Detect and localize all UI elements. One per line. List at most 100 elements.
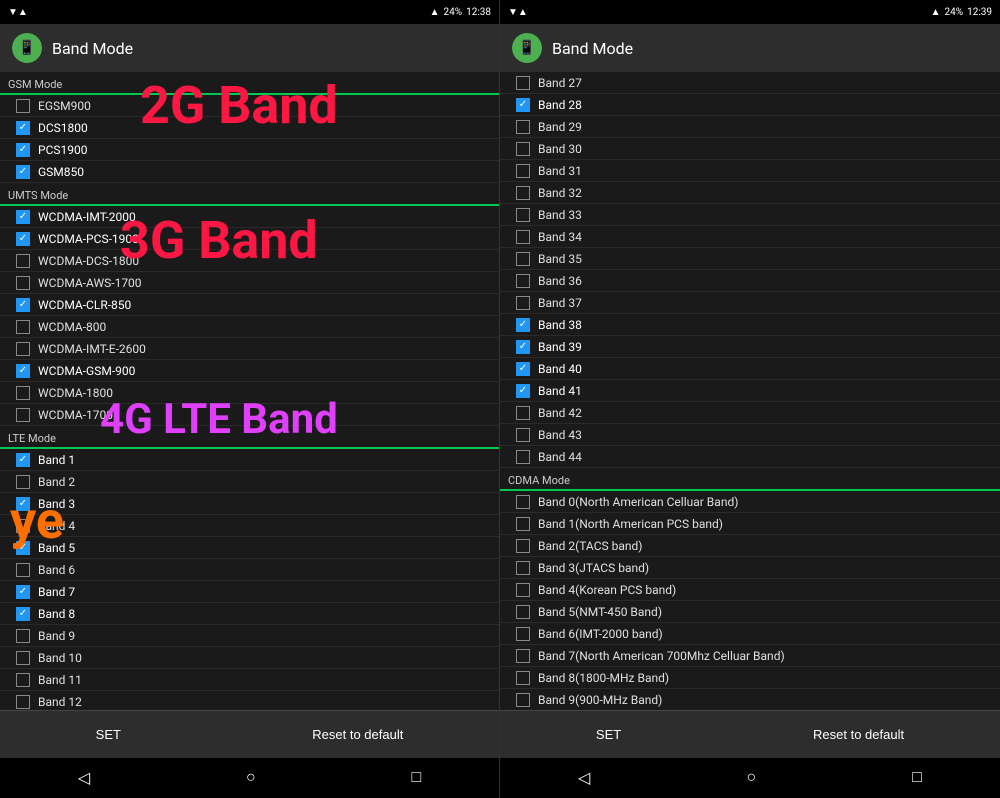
list-item[interactable]: Band 29 xyxy=(500,116,1000,138)
checkbox[interactable] xyxy=(516,296,530,310)
right-content[interactable]: Band 27Band 28Band 29Band 30Band 31Band … xyxy=(500,72,1000,710)
home-button[interactable]: ○ xyxy=(226,765,276,791)
checkbox[interactable] xyxy=(516,450,530,464)
back-button[interactable]: ◁ xyxy=(58,764,110,792)
list-item[interactable]: Band 5 xyxy=(0,537,499,559)
list-item[interactable]: Band 9 xyxy=(0,625,499,647)
checkbox[interactable] xyxy=(516,76,530,90)
checkbox[interactable] xyxy=(16,563,30,577)
checkbox[interactable] xyxy=(516,495,530,509)
list-item[interactable]: Band 4 xyxy=(0,515,499,537)
list-item[interactable]: Band 30 xyxy=(500,138,1000,160)
checkbox[interactable] xyxy=(16,99,30,113)
list-item[interactable]: Band 0(North American Celluar Band) xyxy=(500,491,1000,513)
list-item[interactable]: Band 36 xyxy=(500,270,1000,292)
list-item[interactable]: Band 1(North American PCS band) xyxy=(500,513,1000,535)
list-item[interactable]: Band 38 xyxy=(500,314,1000,336)
right-home-button[interactable]: ○ xyxy=(726,765,776,791)
checkbox[interactable] xyxy=(516,274,530,288)
checkbox[interactable] xyxy=(16,254,30,268)
checkbox[interactable] xyxy=(516,384,530,398)
list-item[interactable]: Band 10 xyxy=(0,647,499,669)
checkbox[interactable] xyxy=(16,519,30,533)
list-item[interactable]: Band 43 xyxy=(500,424,1000,446)
checkbox[interactable] xyxy=(16,386,30,400)
list-item[interactable]: Band 5(NMT-450 Band) xyxy=(500,601,1000,623)
right-set-button[interactable]: SET xyxy=(576,719,641,750)
checkbox[interactable] xyxy=(16,320,30,334)
list-item[interactable]: Band 7 xyxy=(0,581,499,603)
list-item[interactable]: GSM850 xyxy=(0,161,499,183)
checkbox[interactable] xyxy=(16,364,30,378)
checkbox[interactable] xyxy=(516,186,530,200)
list-item[interactable]: Band 44 xyxy=(500,446,1000,468)
list-item[interactable]: Band 3(JTACS band) xyxy=(500,557,1000,579)
reset-button[interactable]: Reset to default xyxy=(292,719,423,750)
list-item[interactable]: WCDMA-CLR-850 xyxy=(0,294,499,316)
checkbox[interactable] xyxy=(16,541,30,555)
checkbox[interactable] xyxy=(16,342,30,356)
checkbox[interactable] xyxy=(16,673,30,687)
list-item[interactable]: Band 42 xyxy=(500,402,1000,424)
list-item[interactable]: Band 3 xyxy=(0,493,499,515)
list-item[interactable]: Band 12 xyxy=(0,691,499,710)
checkbox[interactable] xyxy=(16,475,30,489)
list-item[interactable]: Band 6 xyxy=(0,559,499,581)
list-item[interactable]: Band 27 xyxy=(500,72,1000,94)
checkbox[interactable] xyxy=(516,671,530,685)
list-item[interactable]: PCS1900 xyxy=(0,139,499,161)
checkbox[interactable] xyxy=(16,695,30,709)
checkbox[interactable] xyxy=(516,561,530,575)
checkbox[interactable] xyxy=(16,298,30,312)
checkbox[interactable] xyxy=(16,651,30,665)
checkbox[interactable] xyxy=(516,362,530,376)
list-item[interactable]: Band 8 xyxy=(0,603,499,625)
list-item[interactable]: WCDMA-IMT-E-2600 xyxy=(0,338,499,360)
checkbox[interactable] xyxy=(516,164,530,178)
checkbox[interactable] xyxy=(16,232,30,246)
checkbox[interactable] xyxy=(16,143,30,157)
list-item[interactable]: Band 40 xyxy=(500,358,1000,380)
left-content[interactable]: GSM ModeEGSM900DCS1800PCS1900GSM850UMTS … xyxy=(0,72,499,710)
list-item[interactable]: WCDMA-AWS-1700 xyxy=(0,272,499,294)
checkbox[interactable] xyxy=(516,539,530,553)
checkbox[interactable] xyxy=(516,406,530,420)
list-item[interactable]: Band 2 xyxy=(0,471,499,493)
checkbox[interactable] xyxy=(516,98,530,112)
checkbox[interactable] xyxy=(516,120,530,134)
right-reset-button[interactable]: Reset to default xyxy=(793,719,924,750)
right-back-button[interactable]: ◁ xyxy=(558,764,610,792)
list-item[interactable]: WCDMA-1700 xyxy=(0,404,499,426)
list-item[interactable]: EGSM900 xyxy=(0,95,499,117)
checkbox[interactable] xyxy=(16,629,30,643)
list-item[interactable]: Band 35 xyxy=(500,248,1000,270)
list-item[interactable]: Band 32 xyxy=(500,182,1000,204)
checkbox[interactable] xyxy=(16,453,30,467)
list-item[interactable]: WCDMA-PCS-1900 xyxy=(0,228,499,250)
list-item[interactable]: Band 39 xyxy=(500,336,1000,358)
list-item[interactable]: Band 7(North American 700Mhz Celluar Ban… xyxy=(500,645,1000,667)
list-item[interactable]: Band 6(IMT-2000 band) xyxy=(500,623,1000,645)
checkbox[interactable] xyxy=(16,408,30,422)
set-button[interactable]: SET xyxy=(76,719,141,750)
checkbox[interactable] xyxy=(516,605,530,619)
list-item[interactable]: Band 4(Korean PCS band) xyxy=(500,579,1000,601)
checkbox[interactable] xyxy=(516,428,530,442)
checkbox[interactable] xyxy=(16,276,30,290)
checkbox[interactable] xyxy=(516,208,530,222)
list-item[interactable]: WCDMA-IMT-2000 xyxy=(0,206,499,228)
checkbox[interactable] xyxy=(16,585,30,599)
checkbox[interactable] xyxy=(16,210,30,224)
list-item[interactable]: Band 31 xyxy=(500,160,1000,182)
checkbox[interactable] xyxy=(516,649,530,663)
checkbox[interactable] xyxy=(516,318,530,332)
list-item[interactable]: WCDMA-800 xyxy=(0,316,499,338)
checkbox[interactable] xyxy=(516,230,530,244)
list-item[interactable]: Band 1 xyxy=(0,449,499,471)
list-item[interactable]: Band 9(900-MHz Band) xyxy=(500,689,1000,710)
list-item[interactable]: Band 37 xyxy=(500,292,1000,314)
right-recents-button[interactable]: □ xyxy=(892,765,942,791)
list-item[interactable]: Band 11 xyxy=(0,669,499,691)
list-item[interactable]: DCS1800 xyxy=(0,117,499,139)
list-item[interactable]: Band 34 xyxy=(500,226,1000,248)
